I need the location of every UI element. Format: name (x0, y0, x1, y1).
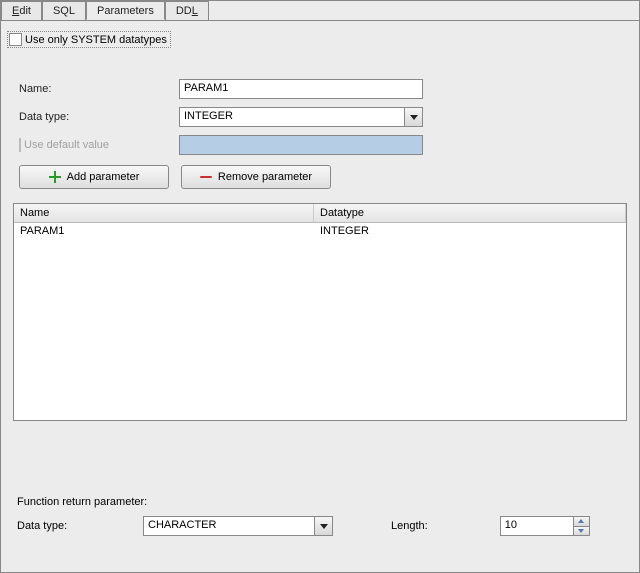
use-default-value-checkbox: Use default value (19, 139, 179, 151)
chevron-down-icon[interactable] (314, 517, 332, 535)
grid-header-name[interactable]: Name (14, 204, 314, 222)
datatype-label: Data type: (19, 111, 179, 123)
add-parameter-label: Add parameter (67, 171, 140, 183)
tab-sql[interactable]: SQL (42, 1, 86, 20)
add-parameter-button[interactable]: Add parameter (19, 165, 169, 189)
minus-icon (200, 171, 212, 183)
return-title: Function return parameter: (17, 496, 623, 508)
use-system-datatypes-label: Use only SYSTEM datatypes (25, 34, 167, 46)
chevron-down-icon[interactable] (404, 108, 422, 126)
grid-cell-type: INTEGER (314, 223, 626, 240)
grid-cell-name: PARAM1 (14, 223, 314, 240)
return-parameter-area: Function return parameter: Data type: CH… (1, 484, 639, 572)
return-datatype-value: CHARACTER (144, 517, 314, 535)
tab-ddl[interactable]: DDL (165, 1, 209, 20)
checkbox-icon (19, 138, 21, 152)
table-row[interactable]: PARAM1 INTEGER (14, 223, 626, 240)
parameter-grid[interactable]: Name Datatype PARAM1 INTEGER (13, 203, 627, 421)
return-datatype-combobox[interactable]: CHARACTER (143, 516, 333, 536)
parameters-panel: Edit SQL Parameters DDL Use only SYSTEM … (0, 0, 640, 573)
datatype-value: INTEGER (180, 108, 404, 126)
return-length-label: Length: (391, 520, 428, 532)
use-system-datatypes-checkbox[interactable]: Use only SYSTEM datatypes (7, 31, 171, 48)
return-length-spinner[interactable]: 10 (500, 516, 590, 536)
spinner-down-icon[interactable] (574, 526, 589, 536)
datatype-combobox[interactable]: INTEGER (179, 107, 423, 127)
grid-header-datatype[interactable]: Datatype (314, 204, 626, 222)
remove-parameter-label: Remove parameter (218, 171, 312, 183)
remove-parameter-button[interactable]: Remove parameter (181, 165, 331, 189)
name-label: Name: (19, 83, 179, 95)
use-default-value-label: Use default value (24, 139, 109, 151)
tab-parameters[interactable]: Parameters (86, 1, 165, 20)
spinner-up-icon[interactable] (574, 517, 589, 526)
checkbox-icon (9, 33, 22, 46)
tab-edit[interactable]: Edit (1, 1, 42, 20)
grid-header: Name Datatype (14, 204, 626, 223)
tab-bar: Edit SQL Parameters DDL (1, 1, 639, 21)
return-length-value[interactable]: 10 (501, 517, 573, 535)
return-datatype-label: Data type: (17, 520, 127, 532)
name-input[interactable]: PARAM1 (179, 79, 423, 99)
plus-icon (49, 171, 61, 183)
default-value-input (179, 135, 423, 155)
